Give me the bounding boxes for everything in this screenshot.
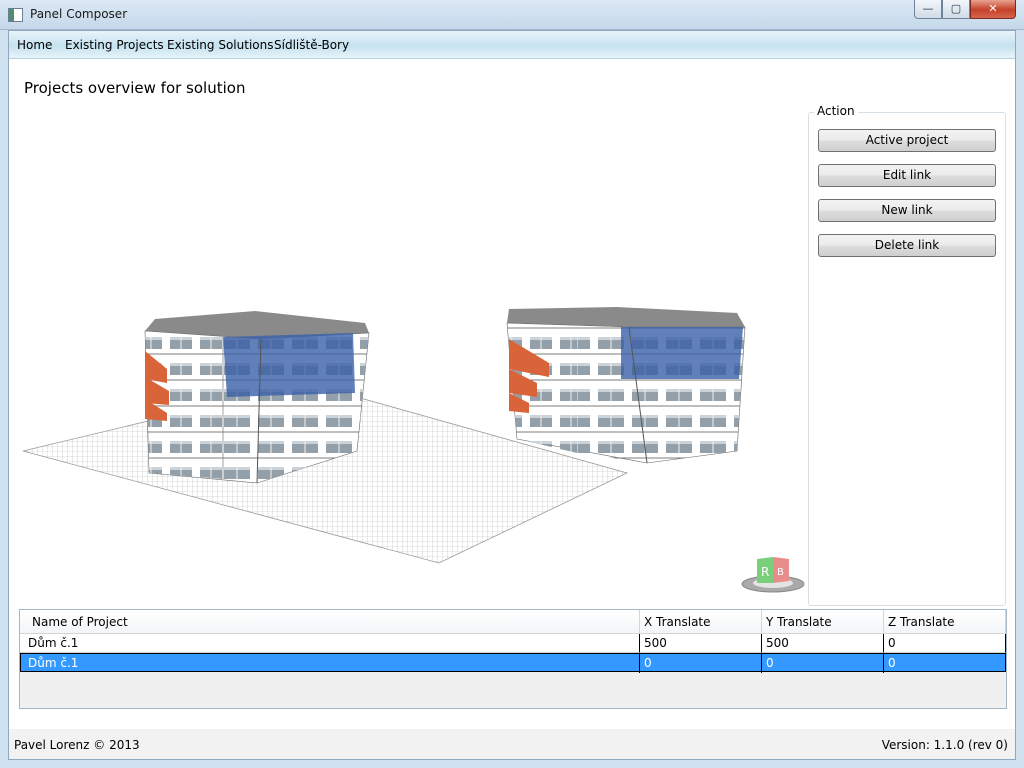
minimize-button[interactable]: — xyxy=(914,0,942,19)
building-a xyxy=(144,311,370,484)
view-cube[interactable]: R B xyxy=(741,557,805,593)
cell-y[interactable]: 500 xyxy=(762,634,884,653)
action-group-label: Action xyxy=(814,104,858,118)
maximize-button[interactable]: ▢ xyxy=(942,0,970,19)
window-title: Panel Composer xyxy=(30,7,128,21)
window-controls: — ▢ ✕ xyxy=(914,0,1016,20)
3d-viewport[interactable]: R B xyxy=(17,121,807,601)
title-bar[interactable]: Panel Composer — ▢ ✕ xyxy=(0,0,1024,30)
cell-y[interactable]: 0 xyxy=(762,654,884,673)
client-area: Home Existing Projects Existing Solution… xyxy=(8,30,1016,760)
copyright-text: Pavel Lorenz © 2013 xyxy=(14,738,140,752)
cell-z[interactable]: 0 xyxy=(884,654,1005,673)
grid-header: Name of Project X Translate Y Translate … xyxy=(20,610,1006,634)
cell-z[interactable]: 0 xyxy=(884,634,1006,653)
page-title: Projects overview for solution xyxy=(24,79,246,97)
active-project-button[interactable]: Active project xyxy=(818,129,996,152)
column-x-translate[interactable]: X Translate xyxy=(640,610,762,634)
menu-sidliste-bory[interactable]: Sídliště-Bory xyxy=(274,38,349,52)
cell-name[interactable]: Dům č.1 xyxy=(21,654,640,673)
app-icon xyxy=(8,8,23,22)
cell-x[interactable]: 0 xyxy=(640,654,762,673)
table-row-selected[interactable]: Dům č.1 0 0 0 xyxy=(20,653,1006,673)
building-b xyxy=(506,307,746,464)
version-text: Version: 1.1.0 (rev 0) xyxy=(881,738,1008,752)
menu-existing-projects[interactable]: Existing Projects xyxy=(65,38,164,52)
menu-existing-solutions[interactable]: Existing Solutions xyxy=(167,38,273,52)
column-z-translate[interactable]: Z Translate xyxy=(884,610,1006,634)
delete-link-button[interactable]: Delete link xyxy=(818,234,996,257)
table-row[interactable]: Dům č.1 500 500 0 xyxy=(20,634,1006,653)
close-button[interactable]: ✕ xyxy=(970,0,1016,19)
view-cube-face-b: B xyxy=(777,567,784,578)
cell-x[interactable]: 500 xyxy=(640,634,762,653)
edit-link-button[interactable]: Edit link xyxy=(818,164,996,187)
projects-grid[interactable]: Name of Project X Translate Y Translate … xyxy=(19,609,1007,709)
menu-bar: Home Existing Projects Existing Solution… xyxy=(9,31,1015,59)
cell-name[interactable]: Dům č.1 xyxy=(20,634,640,653)
status-bar: Pavel Lorenz © 2013 Version: 1.1.0 (rev … xyxy=(9,729,1015,759)
column-name-of-project[interactable]: Name of Project xyxy=(20,610,640,634)
menu-home[interactable]: Home xyxy=(17,38,52,52)
column-y-translate[interactable]: Y Translate xyxy=(762,610,884,634)
new-link-button[interactable]: New link xyxy=(818,199,996,222)
view-cube-face-r: R xyxy=(761,565,769,579)
